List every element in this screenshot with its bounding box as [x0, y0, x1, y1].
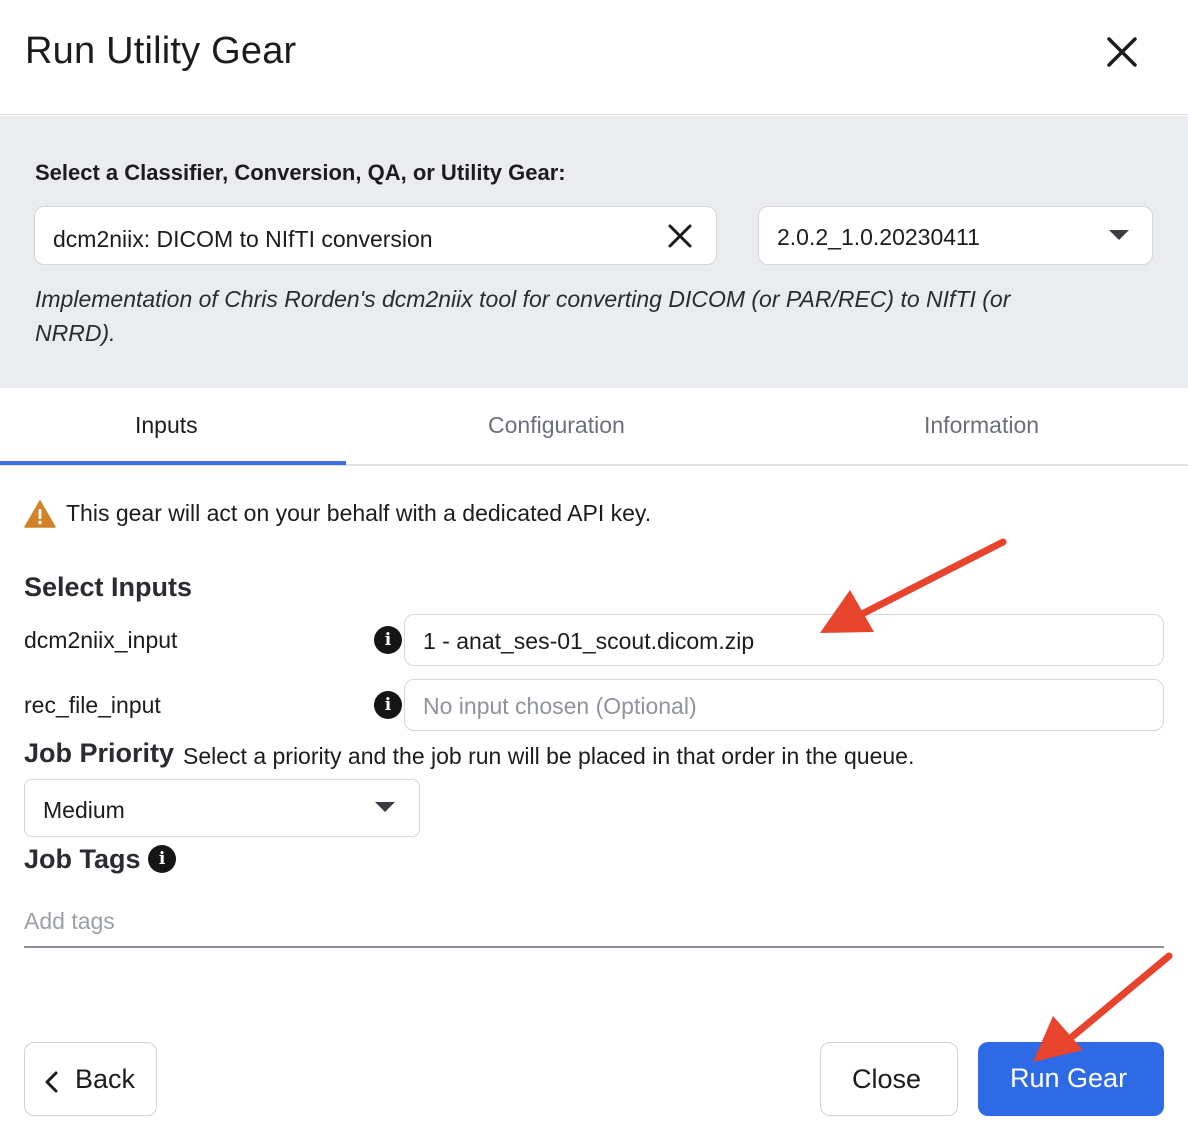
run-gear-button[interactable]: Run Gear [978, 1042, 1164, 1116]
warning-triangle-icon [24, 500, 56, 528]
dialog-header: Run Utility Gear [0, 0, 1188, 115]
gear-selector-panel: Select a Classifier, Conversion, QA, or … [0, 116, 1188, 388]
run-gear-button-label: Run Gear [1010, 1063, 1128, 1093]
close-button[interactable]: Close [820, 1042, 958, 1116]
active-tab-indicator [0, 461, 346, 465]
chevron-left-icon [43, 1069, 59, 1093]
tab-inputs[interactable]: Inputs [135, 412, 198, 439]
tab-configuration[interactable]: Configuration [488, 412, 625, 439]
gear-description: Implementation of Chris Rorden's dcm2nii… [35, 282, 1145, 350]
version-dropdown[interactable]: 2.0.2_1.0.20230411 [758, 206, 1153, 265]
priority-dropdown[interactable]: Medium [24, 779, 420, 837]
dcm2niix-input-value: 1 - anat_ses-01_scout.dicom.zip [423, 628, 755, 654]
close-button-label: Close [852, 1064, 922, 1094]
input-label-rec-file: rec_file_input [24, 692, 161, 718]
priority-value: Medium [43, 797, 125, 823]
tab-bar: Inputs Configuration Information [0, 388, 1188, 466]
job-tags-title: Job Tags [24, 844, 141, 874]
dcm2niix-input-field[interactable]: 1 - anat_ses-01_scout.dicom.zip [404, 614, 1164, 666]
job-priority-description: Select a priority and the job run will b… [183, 743, 915, 769]
caret-down-icon [1109, 230, 1129, 240]
job-priority-heading: Job Priority [24, 738, 175, 768]
warning-text: This gear will act on your behalf with a… [66, 500, 652, 526]
close-icon[interactable] [1104, 34, 1140, 70]
gear-description-line2: NRRD). [35, 320, 116, 346]
gear-selector-label: Select a Classifier, Conversion, QA, or … [35, 160, 566, 185]
rec-file-input-field[interactable]: No input chosen (Optional) [404, 679, 1164, 731]
tags-placeholder: Add tags [24, 908, 115, 934]
back-button-label: Back [75, 1064, 136, 1094]
gear-description-line1: Implementation of Chris Rorden's dcm2nii… [35, 286, 1011, 312]
dialog-title: Run Utility Gear [25, 30, 297, 72]
gear-select-input[interactable]: dcm2niix: DICOM to NIfTI conversion [34, 206, 717, 265]
back-button[interactable]: Back [24, 1042, 157, 1116]
input-label-dcm2niix: dcm2niix_input [24, 627, 178, 653]
tags-input[interactable]: Add tags [24, 898, 1164, 948]
tab-information[interactable]: Information [924, 412, 1039, 439]
info-icon[interactable]: i [374, 626, 402, 654]
rec-file-input-placeholder: No input chosen (Optional) [423, 693, 697, 719]
version-value: 2.0.2_1.0.20230411 [777, 224, 980, 250]
caret-down-icon [375, 802, 395, 812]
select-inputs-heading: Select Inputs [24, 572, 193, 602]
info-icon[interactable]: i [148, 844, 177, 873]
gear-select-value: dcm2niix: DICOM to NIfTI conversion [53, 226, 433, 252]
job-tags-heading: Job Tags i [24, 844, 177, 875]
clear-gear-icon[interactable] [665, 221, 695, 251]
info-icon[interactable]: i [374, 691, 402, 719]
